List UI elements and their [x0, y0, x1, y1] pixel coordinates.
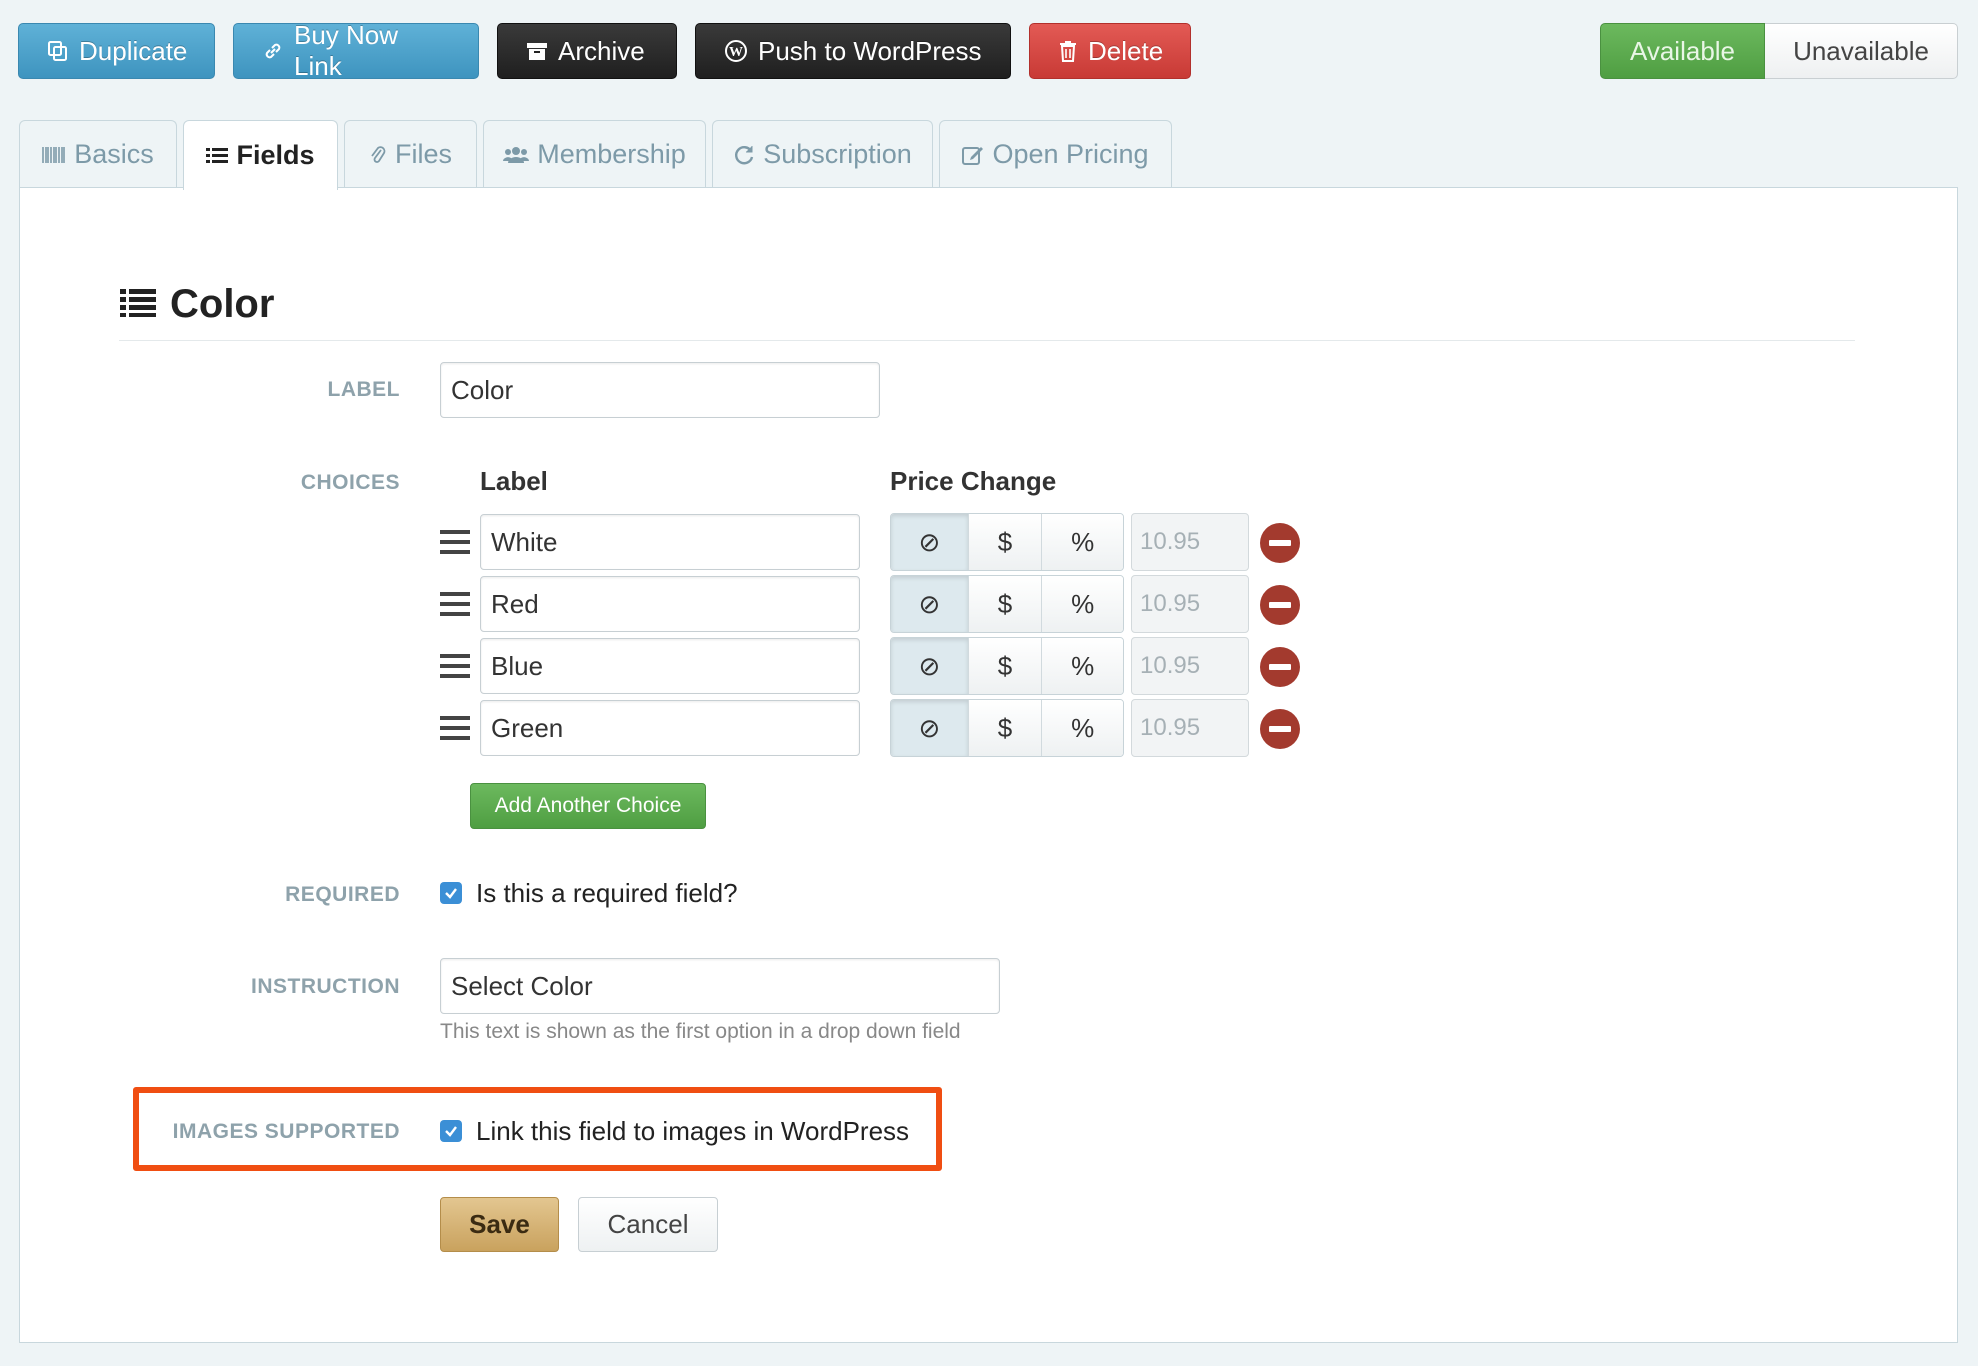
label-caption: LABEL [327, 378, 400, 401]
price-mode-none-button[interactable]: ⊘ [891, 700, 969, 756]
price-change-input[interactable]: 10.95 [1131, 575, 1249, 633]
tab-open-pricing-label: Open Pricing [992, 139, 1149, 169]
remove-choice-icon[interactable] [1260, 709, 1300, 749]
save-button[interactable]: Save [440, 1197, 559, 1252]
choice-label-input[interactable]: Red [480, 576, 860, 632]
price-mode-none-button[interactable]: ⊘ [891, 576, 969, 632]
drag-handle-icon[interactable] [440, 592, 470, 616]
required-text: Is this a required field? [476, 878, 738, 908]
barcode-icon [42, 145, 66, 165]
action-toolbar: Duplicate Buy Now Link Archive W Push to… [18, 20, 1191, 81]
refresh-icon [733, 144, 755, 166]
title-divider [119, 340, 1855, 341]
availability-toggle: Available Unavailable [1600, 23, 1958, 79]
choices-label-header: Label [480, 466, 548, 496]
required-caption: REQUIRED [285, 883, 400, 906]
list-icon [120, 282, 156, 327]
list-icon [206, 146, 229, 166]
field-title: Color [120, 282, 274, 327]
price-mode-selector: ⊘ $% [890, 575, 1124, 633]
trash-icon [1058, 40, 1078, 62]
available-button[interactable]: Available [1600, 23, 1765, 79]
price-mode-dollar-button[interactable]: $ [968, 514, 1043, 570]
delete-button[interactable]: Delete [1029, 23, 1191, 79]
choices-caption: CHOICES [300, 471, 400, 494]
push-to-wordpress-label: Push to WordPress [758, 35, 982, 66]
price-mode-dollar-button[interactable]: $ [968, 576, 1043, 632]
drag-handle-icon[interactable] [440, 716, 470, 740]
price-mode-percent-button[interactable]: % [1042, 576, 1123, 632]
edit-icon [962, 144, 984, 166]
remove-choice-icon[interactable] [1260, 647, 1300, 687]
images-supported-caption: IMAGES SUPPORTED [172, 1120, 400, 1143]
price-change-input[interactable]: 10.95 [1131, 637, 1249, 695]
check-icon [445, 1126, 457, 1137]
tab-membership-label: Membership [537, 139, 686, 169]
remove-choice-icon[interactable] [1260, 585, 1300, 625]
archive-button[interactable]: Archive [497, 23, 677, 79]
choice-label-input[interactable]: White [480, 514, 860, 570]
push-to-wordpress-button[interactable]: W Push to WordPress [695, 23, 1011, 79]
duplicate-button[interactable]: Duplicate [18, 23, 215, 79]
tab-fields-label: Fields [236, 140, 315, 170]
archive-icon [526, 40, 548, 62]
price-mode-none-button[interactable]: ⊘ [891, 638, 969, 694]
tab-open-pricing[interactable]: Open Pricing [939, 120, 1172, 188]
check-icon [445, 888, 457, 899]
price-mode-selector: ⊘ $% [890, 637, 1124, 695]
tab-fields[interactable]: Fields [183, 120, 338, 190]
price-mode-none-button[interactable]: ⊘ [891, 514, 969, 570]
drag-handle-icon[interactable] [440, 530, 470, 554]
remove-choice-icon[interactable] [1260, 523, 1300, 563]
images-supported-text: Link this field to images in WordPress [476, 1116, 910, 1146]
duplicate-label: Duplicate [79, 35, 188, 66]
field-title-text: Color [170, 282, 275, 326]
product-tabs: Basics Fields Files Membership Subscript… [19, 120, 1172, 190]
svg-text:W: W [729, 45, 743, 60]
tab-subscription[interactable]: Subscription [712, 120, 933, 188]
cancel-button[interactable]: Cancel [578, 1197, 718, 1252]
archive-label: Archive [558, 35, 645, 66]
tab-membership[interactable]: Membership [483, 120, 706, 188]
instruction-input[interactable]: Select Color [440, 958, 1000, 1014]
unavailable-button[interactable]: Unavailable [1765, 23, 1958, 79]
copy-icon [47, 40, 69, 62]
drag-handle-icon[interactable] [440, 654, 470, 678]
price-mode-percent-button[interactable]: % [1042, 514, 1123, 570]
price-change-input[interactable]: 10.95 [1131, 513, 1249, 571]
label-input[interactable]: Color [440, 362, 880, 418]
delete-label: Delete [1088, 35, 1164, 66]
tab-files[interactable]: Files [344, 120, 477, 188]
price-change-header: Price Change [890, 466, 1057, 496]
price-mode-dollar-button[interactable]: $ [968, 700, 1043, 756]
instruction-caption: INSTRUCTION [251, 975, 400, 998]
images-supported-checkbox[interactable] [440, 1120, 462, 1142]
wordpress-icon: W [724, 39, 748, 63]
instruction-help-text: This text is shown as the first option i… [440, 1020, 961, 1043]
paperclip-icon [369, 144, 387, 166]
buy-now-link-button[interactable]: Buy Now Link [233, 20, 479, 81]
tab-basics-label: Basics [74, 139, 154, 169]
link-icon [262, 40, 284, 62]
price-mode-percent-button[interactable]: % [1042, 638, 1123, 694]
tab-basics[interactable]: Basics [19, 120, 177, 188]
price-change-input[interactable]: 10.95 [1131, 699, 1249, 757]
users-icon [503, 145, 530, 165]
required-checkbox[interactable] [440, 882, 462, 904]
tab-files-label: Files [394, 139, 452, 169]
buy-now-link-label: Buy Now Link [294, 20, 399, 81]
tab-subscription-label: Subscription [763, 139, 912, 169]
price-mode-percent-button[interactable]: % [1042, 700, 1123, 756]
price-mode-selector: ⊘ $% [890, 699, 1124, 757]
choice-label-input[interactable]: Green [480, 700, 860, 756]
price-mode-dollar-button[interactable]: $ [968, 638, 1043, 694]
price-mode-selector: ⊘ $% [890, 513, 1124, 571]
add-another-choice-button[interactable]: Add Another Choice [470, 783, 706, 829]
choice-label-input[interactable]: Blue [480, 638, 860, 694]
